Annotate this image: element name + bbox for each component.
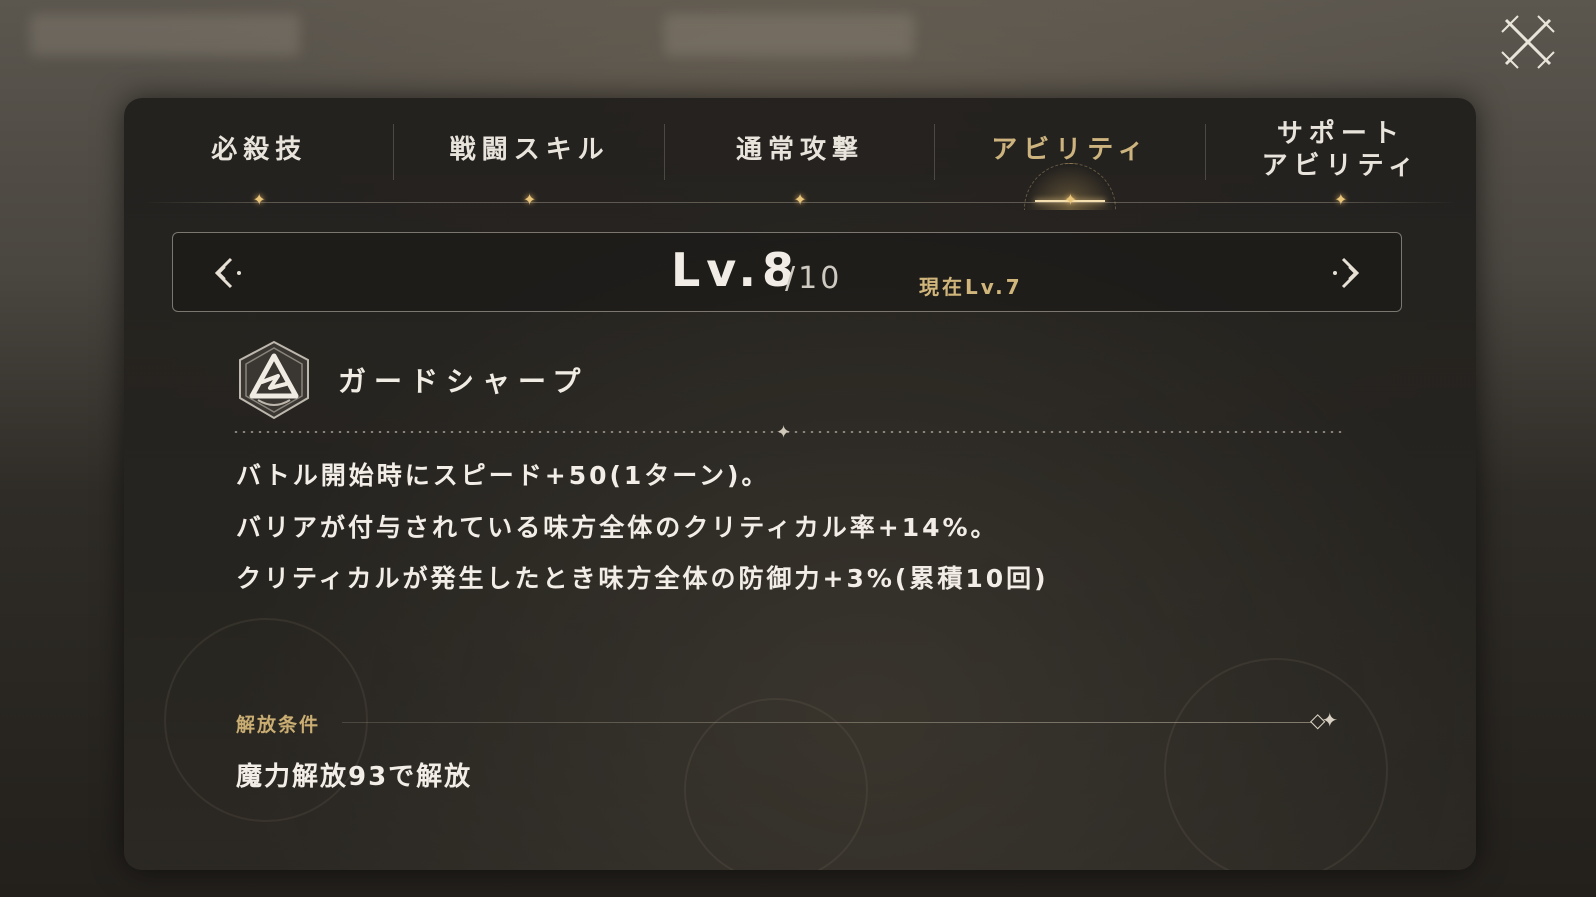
tab-label: サポート アビリティ xyxy=(1261,119,1421,181)
tab-ability[interactable]: アビリティ ✦ xyxy=(935,98,1206,210)
tab-star-icon: ✦ xyxy=(793,190,807,209)
arrow-left-icon xyxy=(214,257,241,289)
shield-triangle-emblem-icon xyxy=(232,338,316,422)
tab-star-icon: ✦ xyxy=(522,190,537,209)
tab-rule xyxy=(144,202,1456,203)
description-line: バトル開始時にスピード+50(1ターン)。 xyxy=(236,461,770,490)
selected-level: Lv.8 xyxy=(671,243,801,297)
blurred-header-left xyxy=(30,14,300,56)
blurred-header-center xyxy=(664,14,914,56)
unlock-ornament-icon: ◇✦ xyxy=(1310,708,1338,732)
arrow-right-icon xyxy=(1333,257,1360,289)
tab-battle-skill[interactable]: 戦闘スキル ✦ xyxy=(394,98,665,210)
unlock-condition-text: 魔力解放93で解放 xyxy=(236,762,473,792)
description-line: クリティカルが発生したとき味方全体の防御力+3%(累積10回) xyxy=(236,564,1049,593)
max-level: /10 xyxy=(785,261,843,296)
tab-label: 戦闘スキル xyxy=(449,135,610,165)
skill-tabs: 必殺技 ✦ 戦闘スキル ✦ 通常攻撃 ✦ アビリティ ✦ サポート アビリティ … xyxy=(124,98,1476,210)
skill-name: ガードシャープ xyxy=(338,365,589,398)
unlock-condition-label: 解放条件 xyxy=(236,714,321,736)
next-level-button[interactable] xyxy=(1325,253,1365,293)
close-button[interactable] xyxy=(1500,14,1556,70)
unlock-rule xyxy=(342,722,1312,723)
skill-detail-panel: 必殺技 ✦ 戦闘スキル ✦ 通常攻撃 ✦ アビリティ ✦ サポート アビリティ … xyxy=(124,98,1476,870)
current-level: 現在Lv.7 xyxy=(919,275,1023,299)
tab-support-ability[interactable]: サポート アビリティ ✦ xyxy=(1206,98,1476,210)
close-icon xyxy=(1501,15,1555,69)
divider-star-icon: ✦ xyxy=(776,422,792,443)
prev-level-button[interactable] xyxy=(209,253,249,293)
tab-star-icon: ✦ xyxy=(1334,190,1348,209)
tab-label: 通常攻撃 xyxy=(736,135,865,165)
tab-normal-attack[interactable]: 通常攻撃 ✦ xyxy=(665,98,936,210)
tab-label: 必殺技 xyxy=(211,135,308,165)
level-selector: Lv.8 /10 現在Lv.7 xyxy=(172,232,1402,312)
background-ornament xyxy=(684,698,868,870)
background-ornament xyxy=(1164,658,1388,870)
description-line: バリアが付与されている味方全体のクリティカル率+14%。 xyxy=(236,513,999,542)
tab-star-icon: ✦ xyxy=(1063,190,1078,209)
tab-ultimate[interactable]: 必殺技 ✦ xyxy=(124,98,395,210)
tab-star-icon: ✦ xyxy=(252,190,266,209)
